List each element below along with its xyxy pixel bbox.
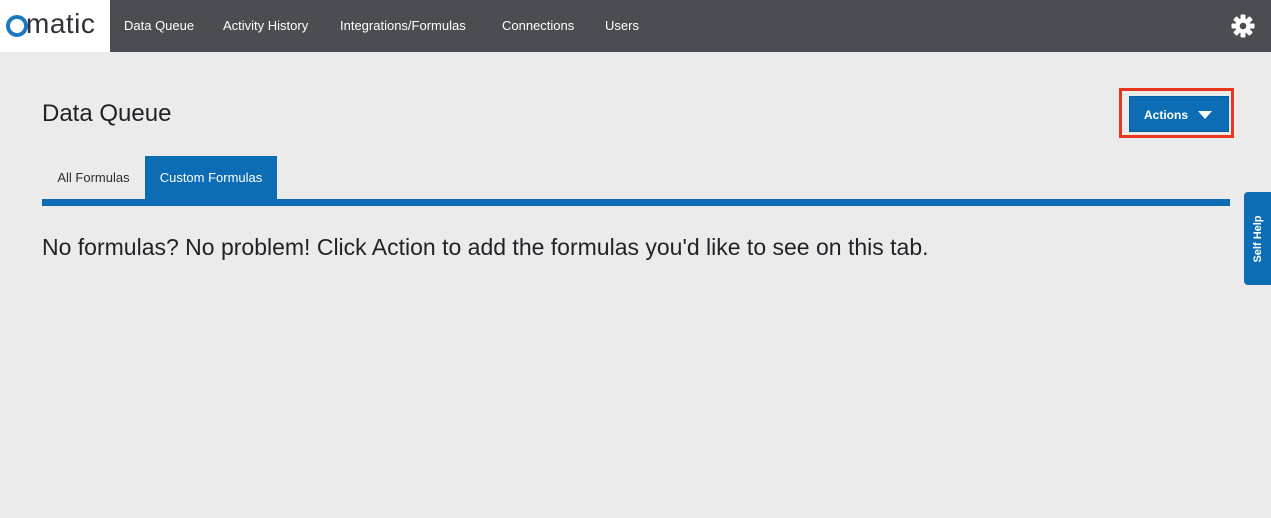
tab-underline	[42, 199, 1230, 206]
nav-item-data-queue[interactable]: Data Queue	[124, 0, 194, 52]
nav-item-connections[interactable]: Connections	[502, 0, 574, 52]
tab-custom-formulas[interactable]: Custom Formulas	[145, 156, 277, 199]
top-navigation-bar: matic Data Queue Activity History Integr…	[0, 0, 1271, 52]
actions-button-label: Actions	[1144, 108, 1189, 122]
tab-all-formulas[interactable]: All Formulas	[42, 156, 145, 199]
logo-ring-icon	[6, 15, 28, 37]
chevron-down-icon	[1198, 111, 1212, 119]
nav-item-integrations-formulas[interactable]: Integrations/Formulas	[340, 0, 466, 52]
self-help-label: Self Help	[1251, 214, 1264, 263]
page-title: Data Queue	[42, 100, 172, 127]
nav-item-users[interactable]: Users	[605, 0, 639, 52]
logo-text: matic	[26, 8, 96, 39]
omatic-logo[interactable]: matic	[0, 0, 110, 52]
gear-icon[interactable]	[1230, 13, 1256, 39]
self-help-tab[interactable]: Self Help	[1244, 192, 1271, 285]
nav-item-activity-history[interactable]: Activity History	[223, 0, 308, 52]
actions-button[interactable]: Actions	[1129, 96, 1229, 132]
empty-state-message: No formulas? No problem! Click Action to…	[42, 234, 929, 260]
